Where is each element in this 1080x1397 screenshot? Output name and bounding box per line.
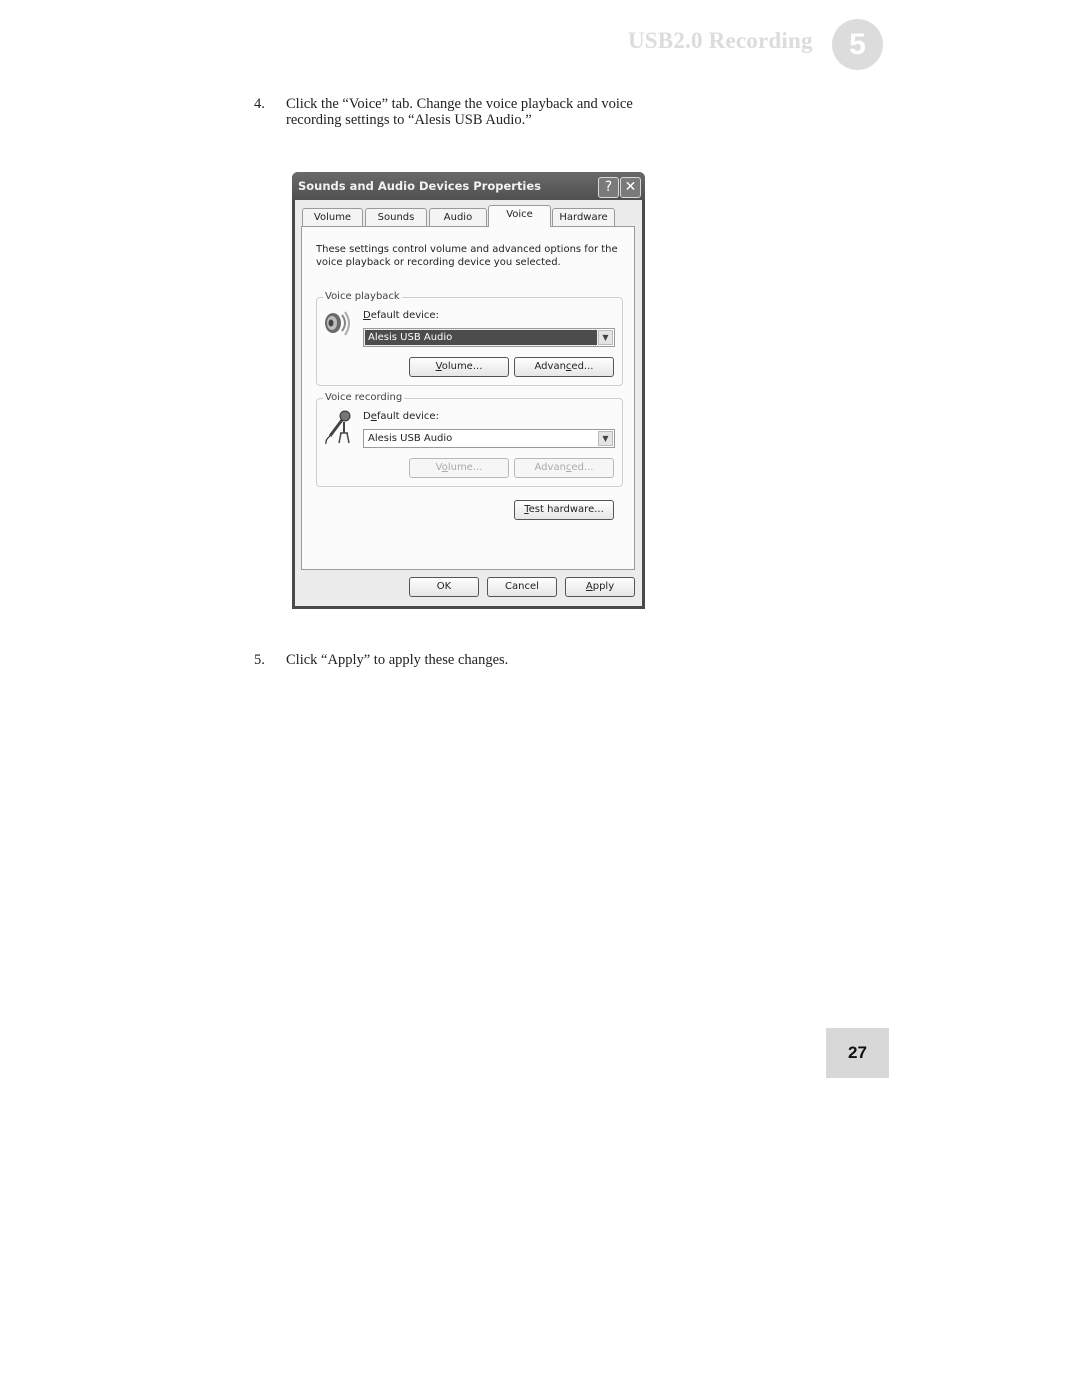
tab-hardware[interactable]: Hardware	[552, 208, 615, 226]
help-icon[interactable]: ?	[598, 177, 619, 198]
cancel-button[interactable]: Cancel	[487, 577, 557, 597]
speaker-icon	[322, 308, 354, 344]
playback-volume-button[interactable]: Volume...	[409, 357, 509, 377]
playback-advanced-button[interactable]: Advanced...	[514, 357, 614, 377]
recording-volume-button[interactable]: Volume...	[409, 458, 509, 478]
step-text: Click the “Voice” tab. Change the voice …	[286, 96, 633, 128]
playback-device-value: Alesis USB Audio	[364, 329, 598, 346]
sounds-audio-properties-dialog: Sounds and Audio Devices Properties ? ✕ …	[292, 172, 645, 609]
apply-button[interactable]: Apply	[565, 577, 635, 597]
playback-device-label: Default device:	[363, 310, 439, 321]
voice-playback-label: Voice playback	[323, 291, 402, 302]
playback-device-select[interactable]: Alesis USB Audio ▼	[363, 328, 615, 347]
dialog-titlebar[interactable]: Sounds and Audio Devices Properties ? ✕	[292, 172, 645, 200]
dialog-title: Sounds and Audio Devices Properties	[298, 179, 542, 193]
voice-description: These settings control volume and advanc…	[316, 244, 618, 268]
close-icon[interactable]: ✕	[620, 177, 641, 198]
microphone-icon	[322, 409, 354, 449]
step-text: Click “Apply” to apply these changes.	[286, 652, 509, 668]
recording-device-select[interactable]: Alesis USB Audio ▼	[363, 429, 615, 448]
recording-device-value: Alesis USB Audio	[368, 433, 453, 444]
recording-advanced-button[interactable]: Advanced...	[514, 458, 614, 478]
chapter-number-badge: 5	[832, 19, 883, 70]
test-hardware-button[interactable]: Test hardware...	[514, 500, 614, 520]
dialog-body: Volume Sounds Audio Voice Hardware These…	[295, 200, 642, 606]
tab-audio[interactable]: Audio	[429, 208, 487, 226]
voice-recording-group: Voice recording Default device: Alesis U…	[316, 392, 623, 487]
voice-tab-panel: These settings control volume and advanc…	[301, 226, 635, 570]
step-number: 5.	[254, 652, 265, 668]
tab-sounds[interactable]: Sounds	[365, 208, 427, 226]
voice-playback-group: Voice playback Default device: Alesis US…	[316, 291, 623, 386]
chevron-down-icon[interactable]: ▼	[598, 330, 613, 345]
voice-recording-label: Voice recording	[323, 392, 405, 403]
page-number: 27	[826, 1028, 889, 1078]
chevron-down-icon[interactable]: ▼	[598, 431, 613, 446]
tab-voice[interactable]: Voice	[488, 205, 551, 227]
tab-volume[interactable]: Volume	[302, 208, 363, 226]
recording-device-label: Default device:	[363, 411, 439, 422]
ok-button[interactable]: OK	[409, 577, 479, 597]
section-header-title: USB2.0 Recording	[628, 28, 813, 53]
step-number: 4.	[254, 96, 265, 112]
